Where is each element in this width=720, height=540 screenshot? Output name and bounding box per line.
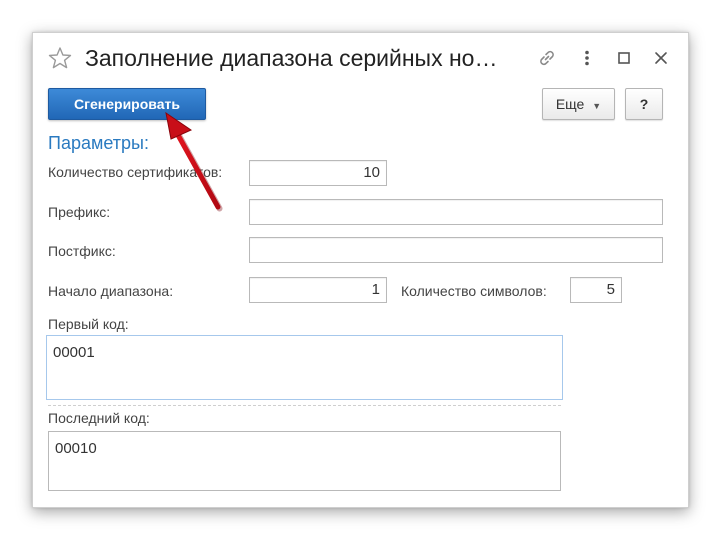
count-label: Количество сертификатов: bbox=[48, 164, 223, 180]
last-code-label: Последний код: bbox=[48, 410, 150, 426]
divider bbox=[48, 405, 561, 406]
range-start-field[interactable]: 1 bbox=[249, 277, 387, 303]
star-icon[interactable] bbox=[47, 45, 73, 71]
last-code-field[interactable]: 00010 bbox=[48, 431, 561, 491]
first-code-label: Первый код: bbox=[48, 316, 129, 332]
count-field[interactable]: 10 bbox=[249, 160, 387, 186]
prefix-label: Префикс: bbox=[48, 204, 111, 220]
more-vert-icon[interactable] bbox=[576, 47, 598, 69]
symbols-label: Количество символов: bbox=[401, 283, 547, 299]
more-button-label: Еще bbox=[555, 96, 585, 112]
generate-button[interactable]: Сгенерировать bbox=[48, 88, 206, 120]
prefix-field[interactable] bbox=[249, 199, 663, 225]
postfix-label: Постфикс: bbox=[48, 243, 116, 259]
symbols-field[interactable]: 5 bbox=[570, 277, 622, 303]
dialog-window: Заполнение диапазона серийных но… Сгенер… bbox=[32, 32, 689, 508]
help-button[interactable]: ? bbox=[625, 88, 663, 120]
postfix-field[interactable] bbox=[249, 237, 663, 263]
title-bar: Заполнение диапазона серийных но… bbox=[33, 33, 688, 85]
more-button[interactable]: Еще ▼ bbox=[542, 88, 615, 120]
maximize-icon[interactable] bbox=[613, 47, 635, 69]
close-icon[interactable] bbox=[650, 47, 672, 69]
first-code-field[interactable]: 00001 bbox=[46, 335, 563, 400]
range-start-label: Начало диапазона: bbox=[48, 283, 174, 299]
link-icon[interactable] bbox=[536, 47, 558, 69]
section-title: Параметры: bbox=[48, 133, 149, 153]
chevron-down-icon: ▼ bbox=[592, 101, 602, 111]
window-title: Заполнение диапазона серийных но… bbox=[85, 45, 498, 71]
